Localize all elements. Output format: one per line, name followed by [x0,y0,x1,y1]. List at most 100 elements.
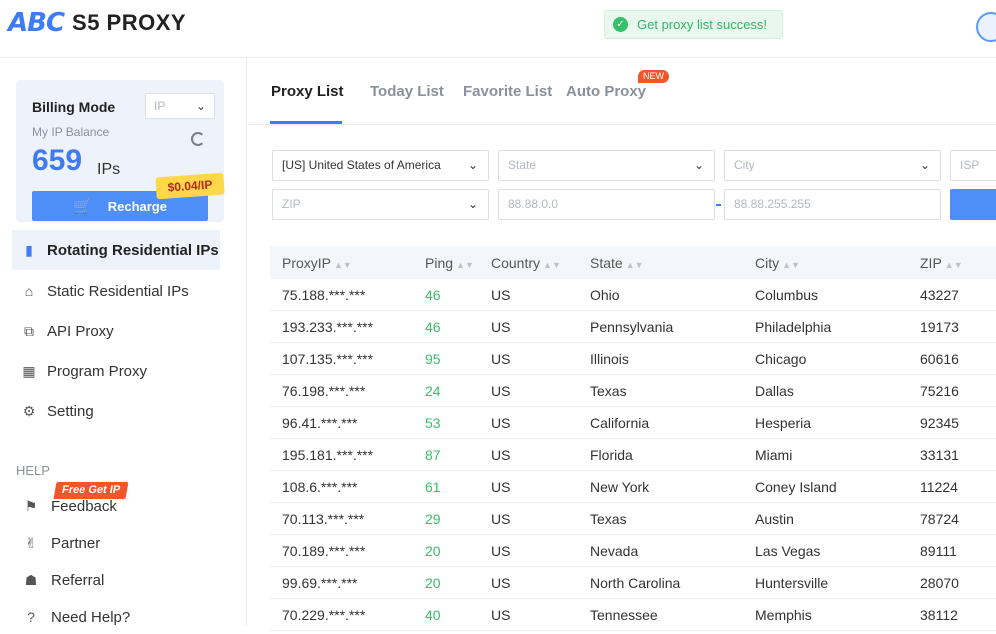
country-cell: US [491,510,511,527]
chevron-down-icon: ⌄ [467,158,478,172]
table-row[interactable]: 195.181.***.*** 87 US Florida Miami 33131 [270,439,996,471]
zip-cell: 38112 [920,606,958,623]
country-value: [US] United States of America [282,158,441,172]
sidebar-item-static-residential[interactable]: ⌂ Static Residential IPs [12,271,220,311]
zip-placeholder: ZIP [282,197,301,211]
sidebar-item-need-help[interactable]: ? Need Help? [12,600,220,634]
free-ip-badge: Free Get IP [53,482,129,499]
sidebar-item-partner[interactable]: ✌ Partner [12,526,220,560]
zip-cell: 60616 [920,350,959,367]
table-row[interactable]: 76.198.***.*** 24 US Texas Dallas 75216 [270,375,996,407]
table-row[interactable]: 70.113.***.*** 29 US Texas Austin 78724 [270,503,996,535]
table-row[interactable]: 99.69.***.*** 20 US North Carolina Huntersvi… [270,567,996,599]
column-header-zip[interactable]: ZIP ▲▼ [908,255,996,271]
billing-mode-title: Billing Mode [32,99,116,115]
column-header-ping[interactable]: Ping ▲▼ [413,255,479,271]
sidebar-item-label: Partner [51,534,101,552]
logo-mark: ABC [8,8,65,38]
ping-cell: 53 [425,414,441,431]
state-cell: Pennsylvania [590,318,674,335]
header-label: ProxyIP [282,254,332,271]
table-row[interactable]: 70.229.***.*** 40 US Tennessee Memphis 38112 [270,599,996,631]
tab-favorite-list[interactable]: Favorite List [463,83,552,100]
table-row[interactable]: 193.233.***.*** 46 US Pennsylvania Philadelp… [270,311,996,343]
sidebar-item-api-proxy[interactable]: ⧉ API Proxy [12,311,220,351]
country-cell: US [491,606,511,623]
city-cell: Miami [755,446,793,463]
top-bar: ABC S5 PROXY ✓ Get proxy list success! [0,0,996,58]
proxy-ip-cell: 99.69.***.*** [282,574,358,591]
city-placeholder: City [734,158,755,172]
zip-cell: 28070 [920,574,959,591]
table-row[interactable]: 108.6.***.*** 61 US New York Coney Island 112… [270,471,996,503]
proxy-ip-cell: 108.6.***.*** [282,478,358,495]
sidebar-item-label: Feedback [51,497,117,515]
balance-value: 659 [32,144,83,177]
logo[interactable]: ABC S5 PROXY [8,8,186,38]
proxy-ip-cell: 96.41.***.*** [282,414,358,431]
tab-bar: Proxy List Today List Favorite List Auto… [248,58,996,125]
ip-range-start-input[interactable]: 88.88.0.0 [498,189,715,220]
balance-unit: IPs [97,161,121,178]
logo-text: S5 PROXY [72,10,187,35]
sidebar-item-rotating-residential[interactable]: ▮ Rotating Residential IPs [12,230,220,270]
plug-icon: ⧉ [24,322,34,339]
ping-cell: 29 [425,510,441,527]
chevron-down-icon: ⌄ [467,197,478,211]
toast-message: Get proxy list success! [637,17,768,32]
proxy-ip-cell: 107.135.***.*** [282,350,374,367]
search-button[interactable] [950,189,996,220]
sidebar-item-setting[interactable]: ⚙ Setting [12,391,220,431]
sidebar-item-label: Need Help? [51,608,131,626]
state-cell: Nevada [590,542,639,559]
zip-cell: 11224 [920,478,958,495]
column-header-proxyip[interactable]: ProxyIP ▲▼ [270,255,413,271]
success-toast: ✓ Get proxy list success! [604,10,783,39]
chevron-down-icon: ⌄ [195,99,206,113]
tab-today-list[interactable]: Today List [370,83,444,100]
ip-start-placeholder: 88.88.0.0 [508,197,559,211]
country-cell: US [491,350,511,367]
ping-cell: 46 [425,286,441,303]
sidebar: Billing Mode IP ⌄ My IP Balance 659 IPs … [0,58,247,626]
zip-select[interactable]: ZIP ⌄ [272,189,489,220]
refresh-icon[interactable] [191,132,205,146]
ip-range-end-input[interactable]: 88.88.255.255 [724,189,941,220]
sort-icon: ▲▼ [334,259,352,270]
tab-proxy-list[interactable]: Proxy List [271,83,344,100]
table-row[interactable]: 75.188.***.*** 46 US Ohio Columbus 43227 [270,279,996,311]
country-select[interactable]: [US] United States of America ⌄ [272,150,489,181]
isp-select[interactable]: ISP [950,150,996,181]
sort-icon: ▲▼ [944,259,963,270]
city-select[interactable]: City ⌄ [724,150,941,181]
cart-icon: 🛒 [73,198,92,215]
country-cell: US [491,574,511,591]
state-cell: Texas [590,382,627,399]
proxy-ip-cell: 193.233.***.*** [282,318,374,335]
state-cell: Illinois [590,350,629,367]
balance-label: My IP Balance [32,125,110,139]
ping-cell: 40 [425,606,441,623]
billing-mode-value: IP [154,99,166,113]
state-placeholder: State [508,158,537,172]
column-header-city[interactable]: City ▲▼ [743,255,908,271]
sidebar-item-program-proxy[interactable]: ▦ Program Proxy [12,351,220,391]
table-row[interactable]: 107.135.***.*** 95 US Illinois Chicago 60616 [270,343,996,375]
proxy-ip-cell: 75.188.***.*** [282,286,366,303]
column-header-state[interactable]: State ▲▼ [578,255,743,271]
ping-cell: 95 [425,350,441,367]
sort-icon: ▲▼ [456,259,474,270]
handshake-icon: ✌ [25,534,37,551]
tab-auto-proxy[interactable]: Auto Proxy [566,83,646,100]
billing-card: Billing Mode IP ⌄ My IP Balance 659 IPs … [16,80,225,222]
state-cell: California [590,414,650,431]
table-row[interactable]: 96.41.***.*** 53 US California Hesperia 92345 [270,407,996,439]
sidebar-item-referral[interactable]: ☗ Referral [12,563,220,597]
state-select[interactable]: State ⌄ [498,150,715,181]
country-cell: US [491,542,511,559]
table-row[interactable]: 70.189.***.*** 20 US Nevada Las Vegas 89111 [270,535,996,567]
ping-cell: 46 [425,318,441,335]
billing-mode-select[interactable]: IP ⌄ [145,93,215,119]
avatar[interactable] [976,12,996,42]
column-header-country[interactable]: Country ▲▼ [479,255,578,271]
